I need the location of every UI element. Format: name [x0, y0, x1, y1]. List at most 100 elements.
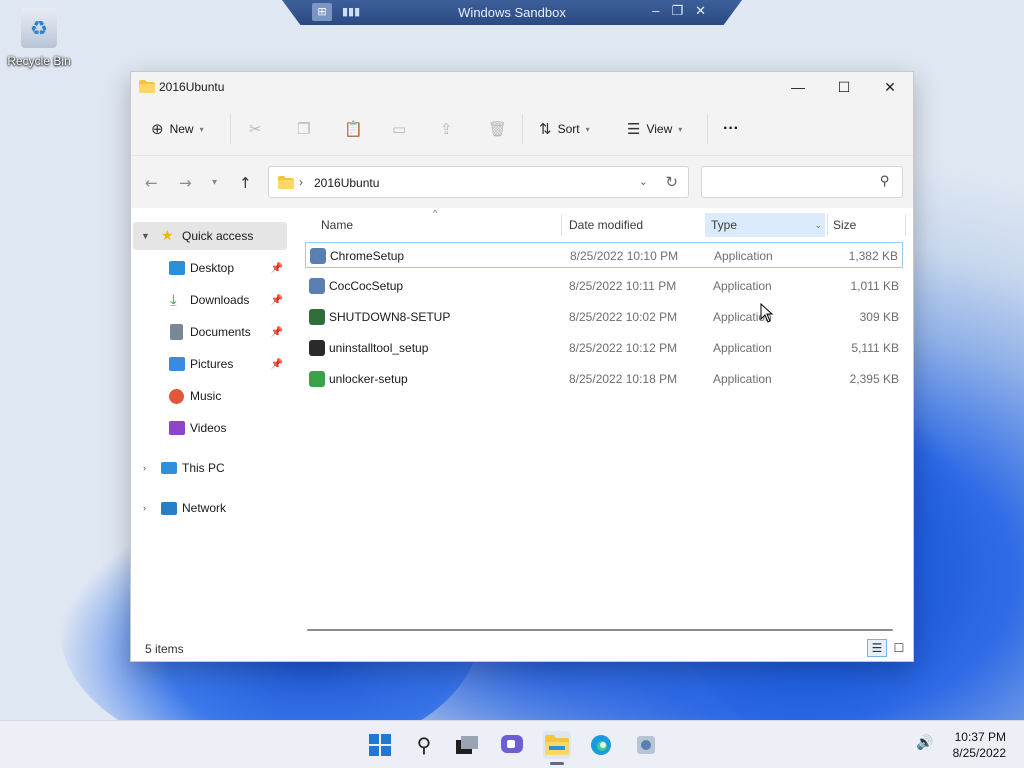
share-button[interactable]: ⇪ [440, 116, 453, 142]
desktop-recycle-bin[interactable]: Recycle Bin [4, 8, 74, 68]
task-view-button[interactable] [453, 731, 481, 759]
details-view-button[interactable]: ☰ [867, 639, 887, 657]
column-header-date[interactable]: Date modified [563, 213, 703, 237]
sandbox-close-icon[interactable]: ✕ [695, 3, 706, 19]
view-button[interactable]: ☰ View ▾ [627, 116, 682, 142]
pin-icon[interactable]: 📌 [271, 263, 283, 274]
close-button[interactable]: ✕ [867, 72, 913, 102]
item-count: 5 items [145, 642, 184, 656]
file-row[interactable]: CocCocSetup 8/25/2022 10:11 PM Applicati… [305, 273, 903, 299]
file-date: 8/25/2022 10:11 PM [569, 279, 677, 293]
sidebar-item-label: Pictures [190, 357, 234, 371]
search-input[interactable] [708, 173, 868, 191]
more-options-button[interactable]: ··· [723, 116, 739, 142]
close-icon: ✕ [884, 78, 896, 95]
maximize-icon: ☐ [837, 78, 851, 95]
collapse-chevron-icon[interactable]: ▼ [141, 231, 150, 241]
sidebar-item-label: Music [190, 389, 222, 403]
sandbox-restore-icon[interactable]: ❐ [671, 3, 683, 19]
installer-taskbar-button[interactable] [632, 731, 660, 759]
up-arrow-icon[interactable]: ↑ [239, 174, 252, 192]
sort-icon: ⇅ [539, 120, 552, 138]
column-header-type[interactable]: Type ⌄ [705, 213, 825, 237]
file-row[interactable]: SHUTDOWN8-SETUP 8/25/2022 10:02 PM Appli… [305, 304, 903, 330]
breadcrumb-current[interactable]: 2016Ubuntu [314, 176, 379, 190]
column-header-name[interactable]: Name [315, 213, 561, 237]
volume-icon[interactable]: 🔊 [916, 735, 933, 751]
file-name: uninstalltool_setup [329, 341, 429, 355]
pictures-icon [169, 357, 185, 371]
sidebar-item-downloads[interactable]: ⤓ Downloads 📌 [133, 286, 287, 314]
sidebar-item-network[interactable]: › Network [133, 494, 287, 522]
star-icon: ★ [161, 228, 174, 244]
music-icon [169, 388, 184, 404]
sidebar-item-videos[interactable]: Videos [133, 414, 287, 442]
navigation-pane: ▼ ★ Quick access Desktop 📌 ⤓ Downloads 📌… [131, 208, 289, 635]
tiles-view-button[interactable]: ☐ [889, 639, 909, 657]
refresh-icon[interactable]: ↻ [665, 173, 678, 191]
horizontal-scrollbar[interactable] [307, 629, 893, 631]
delete-button[interactable]: 🗑 [488, 116, 507, 142]
copy-button[interactable]: ❐ [297, 116, 310, 142]
delete-icon: 🗑 [488, 120, 508, 138]
edge-button[interactable] [587, 731, 615, 759]
sidebar-item-this-pc[interactable]: › This PC [133, 454, 287, 482]
file-explorer-taskbar-button[interactable] [543, 731, 571, 759]
pin-icon[interactable]: 📌 [271, 295, 283, 306]
sidebar-item-documents[interactable]: Documents 📌 [133, 318, 287, 346]
sidebar-item-desktop[interactable]: Desktop 📌 [133, 254, 287, 282]
address-history-chevron-icon[interactable]: ⌄ [639, 175, 648, 188]
sidebar-item-pictures[interactable]: Pictures 📌 [133, 350, 287, 378]
tiles-view-icon: ☐ [893, 641, 905, 655]
rename-icon: ▭ [392, 120, 407, 138]
file-row[interactable]: ChromeSetup 8/25/2022 10:10 PM Applicati… [305, 242, 903, 268]
sort-label: Sort [557, 122, 580, 136]
chat-icon [501, 735, 523, 753]
start-button[interactable] [366, 731, 394, 759]
file-row[interactable]: unlocker-setup 8/25/2022 10:18 PM Applic… [305, 366, 903, 392]
breadcrumb-chevron-icon: › [299, 175, 303, 189]
search-button[interactable]: ⚲ [410, 731, 438, 759]
desktop-icon [169, 261, 185, 275]
column-divider[interactable] [905, 214, 906, 236]
window-title: 2016Ubuntu [159, 80, 225, 94]
forward-arrow-icon[interactable]: → [179, 174, 192, 192]
system-clock[interactable]: 10:37 PM 8/25/2022 [953, 729, 1006, 761]
sidebar-item-label: This PC [182, 461, 225, 475]
expand-chevron-icon[interactable]: › [143, 503, 146, 513]
pin-icon[interactable]: 📌 [271, 359, 283, 370]
sandbox-minimize-icon[interactable]: – [652, 3, 659, 19]
pin-icon[interactable]: 📌 [271, 327, 283, 338]
paste-button[interactable]: 📋 [344, 116, 363, 142]
cut-button[interactable]: ✂ [249, 116, 262, 142]
column-header-size[interactable]: Size [827, 213, 897, 237]
sidebar-item-music[interactable]: Music [133, 382, 287, 410]
new-button[interactable]: ⊕ New ▾ [151, 116, 204, 142]
chevron-down-icon: ▾ [585, 124, 590, 134]
file-size: 1,011 KB [850, 279, 899, 293]
maximize-button[interactable]: ☐ [821, 72, 867, 102]
recent-locations-chevron-icon[interactable]: ▾ [212, 177, 217, 188]
recycle-bin-label: Recycle Bin [7, 54, 71, 68]
chevron-down-icon[interactable]: ⌄ [814, 220, 822, 231]
window-titlebar: 2016Ubuntu — ☐ ✕ [131, 72, 913, 102]
back-arrow-icon[interactable]: ← [145, 174, 158, 192]
search-icon[interactable]: ⚲ [880, 174, 890, 189]
file-size: 309 KB [859, 310, 899, 324]
edge-icon [591, 735, 611, 755]
file-type: Application [713, 372, 772, 386]
minimize-button[interactable]: — [775, 72, 821, 102]
column-divider[interactable] [561, 214, 562, 236]
address-bar[interactable]: › 2016Ubuntu ⌄ ↻ [268, 166, 689, 198]
clock-date: 8/25/2022 [952, 746, 1006, 760]
rename-button[interactable]: ▭ [392, 116, 406, 142]
file-row[interactable]: uninstalltool_setup 8/25/2022 10:12 PM A… [305, 335, 903, 361]
file-date: 8/25/2022 10:02 PM [569, 310, 678, 324]
chat-button[interactable] [498, 731, 526, 759]
sort-button[interactable]: ⇅ Sort ▾ [539, 116, 590, 142]
sidebar-item-quick-access[interactable]: ▼ ★ Quick access [133, 222, 287, 250]
search-box[interactable]: ⚲ [701, 166, 903, 198]
column-header-row: ^ Name Date modified Type ⌄ Size [291, 208, 913, 238]
divider [707, 114, 708, 144]
expand-chevron-icon[interactable]: › [143, 463, 146, 473]
